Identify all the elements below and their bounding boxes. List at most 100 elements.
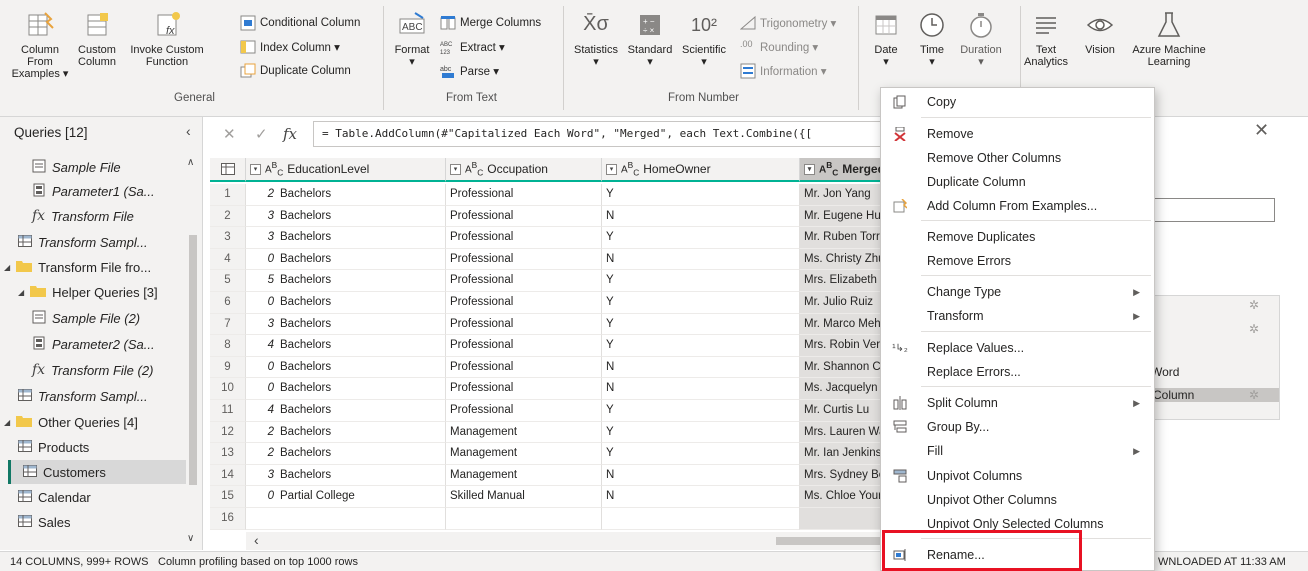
rounding-button[interactable]: .00 Rounding ▾ — [740, 38, 818, 56]
row-number[interactable]: 8 — [210, 335, 246, 357]
query-item[interactable]: Parameter1 (Sa... — [32, 179, 155, 203]
row-number[interactable]: 14 — [210, 464, 246, 487]
vision-button[interactable]: Vision — [1078, 10, 1122, 56]
column-header[interactable]: ▾ ABC EducationLevel — [246, 158, 446, 182]
invoke-custom-function-button[interactable]: fx Invoke Custom Function — [122, 10, 212, 68]
table-cell[interactable]: 3 Bachelors — [246, 313, 446, 336]
close-query-settings-icon[interactable]: ✕ — [1254, 120, 1269, 141]
duration-button[interactable]: Duration ▾ — [952, 10, 1010, 68]
scroll-down-icon[interactable]: ∨ — [187, 533, 194, 544]
menu-item-split-column[interactable]: Split Column ▶ — [881, 391, 1154, 415]
table-cell[interactable]: 3 Bachelors — [246, 464, 446, 487]
menu-item-copy[interactable]: Copy — [881, 90, 1154, 114]
step-gear-icon[interactable]: ✲ — [1249, 322, 1259, 336]
query-name-input[interactable] — [1137, 198, 1275, 222]
expand-triangle-icon[interactable]: ◢ — [18, 288, 24, 297]
menu-item-unpivot-columns[interactable]: Unpivot Columns — [881, 464, 1154, 488]
menu-item-replace-values[interactable]: ¹↳₂ Replace Values... — [881, 336, 1154, 360]
table-cell[interactable]: 3 Bachelors — [246, 205, 446, 228]
row-number[interactable]: 6 — [210, 292, 246, 314]
table-cell[interactable]: Management — [446, 421, 602, 444]
filter-dropdown-icon[interactable]: ▾ — [804, 163, 815, 175]
parse-button[interactable]: abc Parse ▾ — [440, 62, 499, 80]
table-cell[interactable]: Skilled Manual — [446, 486, 602, 508]
table-cell[interactable]: 0 Partial College — [246, 486, 446, 508]
row-number[interactable]: 13 — [210, 443, 246, 465]
menu-item-add-column-from-examples[interactable]: Add Column From Examples... — [881, 194, 1154, 218]
table-cell[interactable]: N — [602, 378, 800, 400]
queries-scrollbar[interactable]: ∧ ∨ — [186, 155, 200, 545]
step-gear-icon[interactable]: ✲ — [1249, 298, 1259, 312]
extract-button[interactable]: ABC 123 Extract ▾ — [440, 38, 505, 56]
text-type-icon[interactable]: ABC — [621, 160, 639, 177]
query-item[interactable]: Customers — [8, 460, 186, 484]
table-cell[interactable]: 0 Bachelors — [246, 378, 446, 400]
time-button[interactable]: Time ▾ — [912, 10, 952, 68]
table-cell[interactable]: Y — [602, 292, 800, 314]
table-menu-button[interactable] — [210, 158, 246, 182]
table-cell[interactable]: Y — [602, 184, 800, 206]
duplicate-column-button[interactable]: Duplicate Column — [240, 62, 351, 80]
table-cell[interactable]: N — [602, 486, 800, 508]
column-header[interactable]: ▾ ABC HomeOwner — [602, 158, 800, 182]
text-type-icon[interactable]: ABC — [819, 160, 838, 177]
fx-icon[interactable]: fx — [283, 125, 297, 143]
query-item[interactable]: ◢ Other Queries [4] — [4, 410, 138, 434]
conditional-column-button[interactable]: Conditional Column — [240, 14, 360, 32]
step-gear-icon[interactable]: ✲ — [1249, 388, 1259, 402]
standard-button[interactable]: + − ÷ × Standard ▾ — [624, 10, 676, 68]
query-item[interactable]: Sample File — [32, 155, 121, 179]
query-item[interactable]: Products — [18, 435, 89, 459]
row-number[interactable]: 5 — [210, 270, 246, 292]
table-cell[interactable]: Y — [602, 313, 800, 336]
table-cell[interactable]: N — [602, 464, 800, 487]
row-number[interactable]: 16 — [210, 508, 246, 530]
applied-step-selected[interactable]: Column — [1151, 388, 1279, 402]
table-cell[interactable]: 4 Bachelors — [246, 335, 446, 357]
text-type-icon[interactable]: ABC — [265, 160, 283, 177]
table-cell[interactable]: Management — [446, 464, 602, 487]
table-cell[interactable] — [602, 508, 800, 530]
query-item[interactable]: Sales — [18, 510, 71, 534]
query-item[interactable]: fx Transform File — [32, 204, 134, 228]
menu-item-change-type[interactable]: Change Type ▶ — [881, 280, 1154, 304]
query-item[interactable]: Transform Sampl... — [18, 230, 148, 254]
table-cell[interactable]: Professional — [446, 313, 602, 336]
column-from-examples-button[interactable]: Column From Examples ▾ — [10, 10, 70, 80]
custom-column-button[interactable]: Custom Column — [72, 10, 122, 68]
table-cell[interactable]: N — [602, 248, 800, 271]
table-cell[interactable]: Professional — [446, 378, 602, 400]
table-cell[interactable]: Professional — [446, 248, 602, 271]
formula-input[interactable]: = Table.AddColumn(#"Capitalized Each Wor… — [313, 121, 913, 147]
scientific-button[interactable]: 10² Scientific ▾ — [676, 10, 732, 68]
information-button[interactable]: Information ▾ — [740, 62, 827, 80]
menu-item-remove-errors[interactable]: Remove Errors — [881, 249, 1154, 273]
row-number[interactable]: 10 — [210, 378, 246, 400]
row-number[interactable]: 7 — [210, 313, 246, 336]
row-number[interactable]: 11 — [210, 400, 246, 422]
text-type-icon[interactable]: ABC — [465, 160, 483, 177]
merge-columns-button[interactable]: Merge Columns — [440, 14, 541, 32]
table-cell[interactable]: Y — [602, 421, 800, 444]
table-cell[interactable]: Professional — [446, 184, 602, 206]
table-cell[interactable] — [446, 508, 602, 530]
collapse-queries-button[interactable]: ‹ — [186, 123, 191, 139]
row-number[interactable]: 4 — [210, 248, 246, 271]
table-cell[interactable]: 0 Bachelors — [246, 356, 446, 379]
table-cell[interactable]: Professional — [446, 335, 602, 357]
cancel-formula-icon[interactable]: ✕ — [223, 125, 236, 143]
query-item[interactable]: Calendar — [18, 485, 91, 509]
row-number[interactable]: 3 — [210, 227, 246, 249]
table-cell[interactable]: 2 Bachelors — [246, 184, 446, 206]
table-cell[interactable]: Professional — [446, 205, 602, 228]
table-cell[interactable]: 0 Bachelors — [246, 248, 446, 271]
table-cell[interactable]: Professional — [446, 400, 602, 422]
query-item[interactable]: ◢ Transform File fro... — [4, 255, 151, 279]
row-number[interactable]: 9 — [210, 356, 246, 379]
applied-step[interactable]: Word — [1151, 365, 1179, 379]
menu-item-unpivot-other-columns[interactable]: Unpivot Other Columns — [881, 488, 1154, 512]
format-button[interactable]: ABC Format ▾ — [392, 10, 432, 68]
table-cell[interactable]: N — [602, 205, 800, 228]
table-cell[interactable]: Professional — [446, 292, 602, 314]
table-cell[interactable]: 4 Bachelors — [246, 400, 446, 422]
